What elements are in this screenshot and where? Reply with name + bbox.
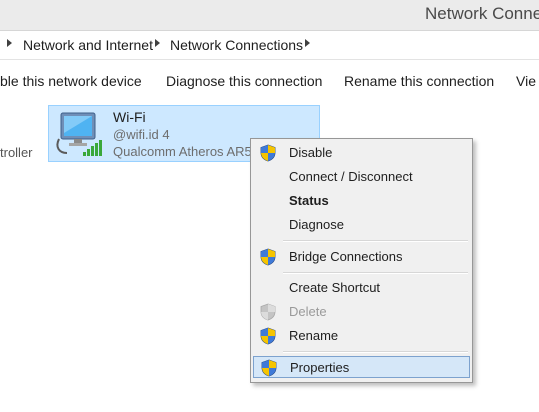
menu-item-label: Disable (289, 145, 333, 160)
menu-item-label: Rename (289, 328, 339, 343)
uac-shield-icon (260, 303, 276, 321)
adapter-network-name: @wifi.id 4 (113, 127, 170, 142)
network-adapter-icon (56, 112, 102, 156)
diagnose-connection-button[interactable]: Diagnose this connection (166, 73, 322, 89)
menu-separator (283, 240, 468, 242)
chevron-right-icon[interactable] (7, 39, 12, 47)
menu-item-label: Delete (289, 304, 327, 319)
command-bar: ble this network device Diagnose this co… (0, 60, 539, 102)
menu-item-status[interactable]: Status (253, 190, 470, 212)
chevron-right-icon[interactable] (305, 39, 310, 47)
menu-item-connect-disconnect[interactable]: Connect / Disconnect (253, 166, 470, 188)
adapter-hardware: Qualcomm Atheros AR5 (113, 144, 252, 159)
title-bar: Network Connections (0, 0, 539, 31)
breadcrumb-network-connections[interactable]: Network Connections (170, 37, 303, 53)
menu-item-label: Diagnose (289, 217, 344, 232)
menu-item-rename[interactable]: Rename (253, 325, 470, 347)
menu-item-label: Create Shortcut (289, 280, 381, 295)
chevron-right-icon[interactable] (155, 39, 160, 47)
menu-item-label: Connect / Disconnect (289, 169, 413, 184)
menu-item-bridge-connections[interactable]: Bridge Connections (253, 246, 470, 268)
menu-separator (283, 351, 468, 353)
uac-shield-icon (260, 144, 276, 162)
window-title: Network Connections (425, 4, 539, 23)
adapter-name: Wi-Fi (113, 109, 146, 125)
uac-shield-icon (260, 327, 276, 345)
menu-item-properties[interactable]: Properties (253, 356, 470, 378)
menu-item-label: Bridge Connections (289, 249, 403, 264)
adapter-partial-label: troller (0, 145, 33, 160)
menu-item-diagnose[interactable]: Diagnose (253, 214, 470, 236)
menu-item-label: Properties (290, 360, 350, 375)
breadcrumb-network-and-internet[interactable]: Network and Internet (23, 37, 153, 53)
menu-item-label: Status (289, 193, 329, 208)
menu-item-disable[interactable]: Disable (253, 142, 470, 164)
menu-item-create-shortcut[interactable]: Create Shortcut (253, 277, 470, 299)
menu-separator (283, 272, 468, 274)
context-menu: Disable Connect / Disconnect Status Diag… (250, 138, 473, 383)
rename-connection-button[interactable]: Rename this connection (344, 73, 494, 89)
disable-device-button[interactable]: ble this network device (0, 73, 142, 89)
view-button[interactable]: Vie (516, 73, 536, 89)
uac-shield-icon (261, 359, 277, 377)
uac-shield-icon (260, 248, 276, 266)
address-bar[interactable]: Network and Internet Network Connections (0, 31, 539, 60)
menu-item-delete: Delete (253, 301, 470, 323)
